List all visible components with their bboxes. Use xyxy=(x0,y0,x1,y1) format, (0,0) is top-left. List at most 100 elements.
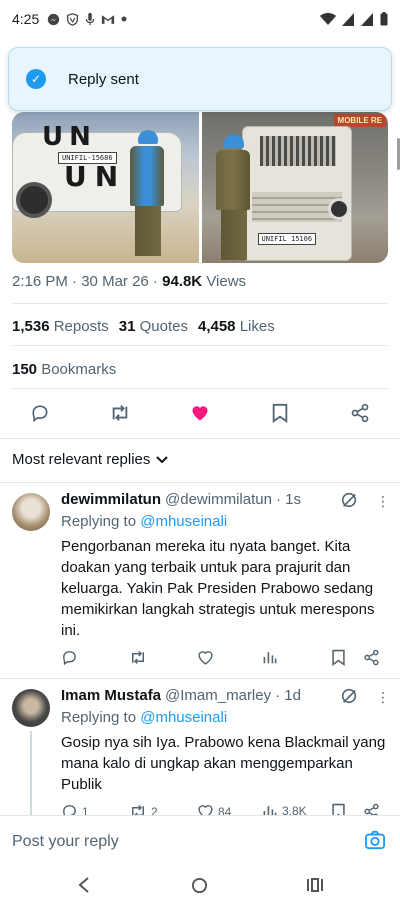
share-button[interactable] xyxy=(347,400,373,426)
quotes-label: Quotes xyxy=(139,318,188,335)
reply-item[interactable]: Imam Mustafa @Imam_marley · 1d ⋮ Replyin… xyxy=(0,679,400,820)
reply-time: · 1s xyxy=(275,491,301,508)
likes-count: 4,458 xyxy=(197,318,236,335)
reply-author-name[interactable]: dewimmilatun xyxy=(61,491,161,508)
avatar[interactable] xyxy=(12,689,50,727)
heart-icon xyxy=(198,651,213,665)
repost-icon xyxy=(132,650,144,665)
vehicle-plate-left: UNIFIL-15686 xyxy=(58,152,117,164)
reply-icon xyxy=(63,651,76,666)
engagement-stats: 1,536 Reposts 31 Quotes 4,458 Likes xyxy=(12,318,275,335)
bookmark-icon xyxy=(272,403,288,423)
signal-icon xyxy=(342,12,354,26)
reply-sent-toast: ✓ Reply sent xyxy=(8,47,392,111)
home-icon[interactable] xyxy=(191,877,208,894)
quotes-count: 31 xyxy=(118,318,136,335)
more-options-icon[interactable]: ⋮ xyxy=(376,493,390,510)
avatar[interactable] xyxy=(12,493,50,531)
views-button[interactable] xyxy=(262,649,278,665)
shield-v-icon xyxy=(67,12,79,26)
media-image-left[interactable]: UN UN UNIFIL-15686 xyxy=(12,112,199,263)
system-nav-bar xyxy=(0,865,400,911)
reposts-label: Reposts xyxy=(53,318,109,335)
reply-input[interactable]: Post your reply xyxy=(12,833,119,851)
check-circle-icon: ✓ xyxy=(26,69,46,89)
tweet-time: 2:16 PM xyxy=(12,273,68,290)
bookmarks-count: 150 xyxy=(12,361,38,378)
system-icons xyxy=(320,12,388,26)
replying-prefix: Replying to xyxy=(61,513,137,530)
vehicle-plate-right: UNIFIL 15106 xyxy=(257,233,317,245)
analytics-icon xyxy=(263,652,277,664)
battery-icon xyxy=(380,12,388,26)
reply-author-handle[interactable]: @Imam_marley xyxy=(165,687,271,704)
reply-button[interactable] xyxy=(61,649,78,666)
tweet-action-bar xyxy=(0,400,400,426)
grok-icon[interactable] xyxy=(340,491,358,509)
like-button[interactable] xyxy=(187,400,213,426)
replying-to-handle[interactable]: @mhuseinali xyxy=(140,513,227,530)
reply-icon xyxy=(32,405,48,423)
repost-button[interactable] xyxy=(129,649,147,666)
replying-to-line: Replying to @mhuseinali xyxy=(61,709,227,726)
bookmarks-stat[interactable]: 150 Bookmarks xyxy=(12,361,116,378)
status-time: 4:25 xyxy=(12,11,40,27)
like-button[interactable] xyxy=(197,649,214,666)
share-button[interactable] xyxy=(363,649,380,666)
replying-to-line: Replying to @mhuseinali xyxy=(61,513,227,530)
more-options-icon[interactable]: ⋮ xyxy=(376,689,390,706)
repost-button[interactable] xyxy=(107,400,133,426)
reposts-stat[interactable]: 1,536 Reposts xyxy=(12,318,109,335)
replying-to-handle[interactable]: @mhuseinali xyxy=(140,709,227,726)
reply-actions xyxy=(61,649,391,669)
reply-text: Gosip nya sih Iya. Prabowo kena Blackmai… xyxy=(61,734,386,793)
reply-text: Pengorbanan mereka itu nyata banget. Kit… xyxy=(61,538,375,639)
messenger-icon xyxy=(48,13,60,25)
divider xyxy=(12,388,388,389)
grok-icon[interactable] xyxy=(340,687,358,705)
vehicle-lettering-top: UN xyxy=(42,122,97,152)
tweet-media[interactable]: UN UN UNIFIL-15686 MOBILE RE UNIFIL 1510… xyxy=(12,112,388,263)
divider xyxy=(12,303,388,304)
signal-icon xyxy=(361,12,373,26)
reply-time: · 1d xyxy=(275,687,301,704)
reply-composer[interactable]: Post your reply xyxy=(0,815,400,865)
bookmark-button[interactable] xyxy=(331,649,346,666)
reply-header: dewimmilatun @dewimmilatun · 1s xyxy=(61,491,301,508)
toast-message: Reply sent xyxy=(68,70,139,88)
share-icon xyxy=(364,649,379,666)
bookmark-icon xyxy=(332,649,345,666)
back-icon[interactable] xyxy=(77,877,91,893)
views-count: 94.8K xyxy=(162,273,203,290)
wifi-icon xyxy=(320,12,336,25)
reply-item[interactable]: dewimmilatun @dewimmilatun · 1s ⋮ Replyi… xyxy=(0,483,400,677)
divider xyxy=(0,438,400,439)
media-image-right[interactable]: MOBILE RE UNIFIL 15106 xyxy=(201,112,388,263)
likes-label: Likes xyxy=(239,318,275,335)
quotes-stat[interactable]: 31 Quotes xyxy=(119,318,188,335)
bookmarks-label: Bookmarks xyxy=(41,361,117,378)
chevron-down-icon xyxy=(156,455,169,463)
gmail-icon xyxy=(102,15,115,24)
soldier-figure-right xyxy=(215,134,252,260)
reply-author-name[interactable]: Imam Mustafa xyxy=(61,687,161,704)
reply-button[interactable] xyxy=(27,400,53,426)
soldier-figure-left xyxy=(130,130,166,256)
views-label: Views xyxy=(206,273,247,290)
divider xyxy=(12,345,388,346)
status-bar: 4:25 xyxy=(0,0,400,38)
likes-stat[interactable]: 4,458 Likes xyxy=(198,318,275,335)
tweet-timestamp-views: 2:16 PM · 30 Mar 26 · 94.8K Views xyxy=(12,273,247,290)
vehicle-lettering-side: UN xyxy=(64,160,127,193)
bookmark-button[interactable] xyxy=(267,400,293,426)
sort-label: Most relevant replies xyxy=(12,451,151,468)
camera-icon[interactable] xyxy=(364,830,386,850)
dot-icon xyxy=(121,16,127,22)
reply-author-handle[interactable]: @dewimmilatun xyxy=(165,491,272,508)
replying-prefix: Replying to xyxy=(61,709,137,726)
recent-apps-icon[interactable] xyxy=(306,877,324,893)
replies-sort-dropdown[interactable]: Most relevant replies xyxy=(12,451,169,468)
tweet-date: 30 Mar 26 xyxy=(81,273,149,290)
heart-filled-icon xyxy=(192,406,208,421)
repost-icon xyxy=(112,405,128,421)
